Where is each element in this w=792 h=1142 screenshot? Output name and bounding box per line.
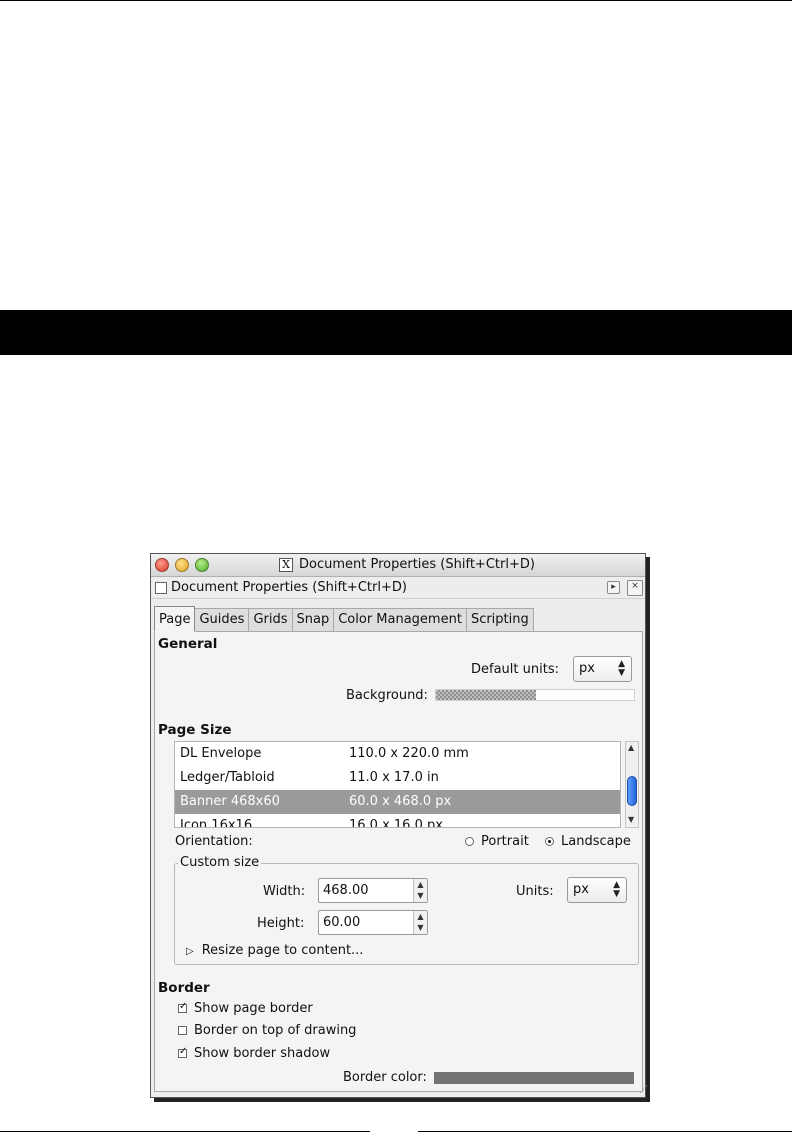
border-on-top-checkbox[interactable]: Border on top of drawing	[178, 1023, 356, 1038]
list-item-selected[interactable]: Banner 468x60 60.0 x 468.0 px	[175, 790, 620, 814]
show-border-shadow-checkbox[interactable]: Show border shadow	[178, 1046, 330, 1061]
default-units-label: Default units:	[471, 662, 559, 677]
show-border-shadow-label: Show border shadow	[194, 1046, 331, 1061]
list-item-size: 11.0 x 17.0 in	[349, 770, 439, 785]
default-units-select[interactable]: px ▲ ▼	[573, 656, 632, 682]
page-size-heading: Page Size	[158, 722, 232, 738]
spin-arrows-icon[interactable]: ▲ ▼	[413, 911, 427, 934]
custom-units-select[interactable]: px ▲ ▼	[567, 877, 627, 903]
black-band	[0, 310, 792, 355]
show-page-border-checkbox[interactable]: Show page border	[178, 1001, 313, 1016]
show-page-border-label: Show page border	[194, 1001, 313, 1016]
select-arrows-icon: ▲ ▼	[613, 880, 620, 899]
checkbox-checked-icon	[178, 1001, 187, 1013]
list-item-size: 16.0 x 16.0 px	[349, 818, 443, 828]
list-item-name: DL Envelope	[180, 746, 262, 761]
page-size-list[interactable]: DL Envelope 110.0 x 220.0 mm Ledger/Tabl…	[174, 741, 621, 828]
landscape-label: Landscape	[561, 834, 631, 849]
border-heading: Border	[158, 980, 210, 996]
radio-on-icon	[545, 837, 554, 846]
document-properties-window: X Document Properties (Shift+Ctrl+D) Doc…	[150, 553, 648, 1098]
radio-off-icon	[465, 837, 474, 846]
tab-grids[interactable]: Grids	[248, 608, 293, 632]
tab-snap[interactable]: Snap	[291, 608, 335, 632]
list-item-name: Icon 16x16	[180, 818, 253, 828]
resize-label: Resize page to content...	[201, 943, 364, 958]
default-units-value: px	[579, 661, 595, 676]
bottom-rule-right	[418, 1131, 792, 1132]
orientation-label: Orientation:	[175, 834, 253, 849]
list-item[interactable]: Ledger/Tabloid 11.0 x 17.0 in	[175, 766, 620, 790]
width-value: 468.00	[323, 883, 369, 898]
tab-guides[interactable]: Guides	[194, 608, 250, 632]
height-spinbox[interactable]: 60.00 ▲ ▼	[318, 910, 428, 935]
scroll-thumb[interactable]	[627, 776, 637, 806]
close-dock-icon[interactable]: ×	[627, 580, 643, 596]
border-on-top-label: Border on top of drawing	[194, 1023, 357, 1038]
checkbox-unchecked-icon	[178, 1026, 187, 1035]
top-rule	[0, 0, 792, 1]
width-label: Width:	[263, 884, 306, 899]
window-title: Document Properties (Shift+Ctrl+D)	[299, 557, 535, 572]
list-item-size: 110.0 x 220.0 mm	[349, 746, 469, 761]
height-label: Height:	[257, 916, 305, 931]
list-item-name: Ledger/Tabloid	[180, 770, 275, 785]
document-properties-icon	[155, 582, 167, 594]
checkerboard-swatch	[436, 690, 536, 700]
tab-bar: Page Guides Grids Snap Color Management …	[154, 606, 534, 632]
minimize-window-button[interactable]	[175, 558, 189, 572]
window-title-group: X Document Properties (Shift+Ctrl+D)	[279, 557, 535, 572]
x11-icon: X	[279, 557, 293, 572]
list-item-name: Banner 468x60	[180, 794, 280, 809]
dock-header: Document Properties (Shift+Ctrl+D) ▸ ×	[151, 577, 645, 599]
list-item-size: 60.0 x 468.0 px	[349, 794, 452, 809]
border-color-button[interactable]	[434, 1072, 634, 1084]
resize-expander[interactable]: ▷ Resize page to content...	[186, 943, 363, 958]
expander-triangle-icon: ▷	[186, 946, 194, 957]
list-item[interactable]: Icon 16x16 16.0 x 16.0 px	[175, 814, 620, 828]
scroll-up-icon[interactable]: ▲	[628, 743, 634, 752]
portrait-label: Portrait	[481, 834, 529, 849]
list-item[interactable]: DL Envelope 110.0 x 220.0 mm	[175, 742, 620, 766]
background-label: Background:	[346, 688, 428, 703]
page-size-scrollbar[interactable]: ▲ ▼	[625, 741, 639, 828]
scroll-down-icon[interactable]: ▼	[628, 815, 634, 824]
checkbox-checked-icon	[178, 1046, 187, 1058]
bottom-rule-left	[0, 1131, 370, 1132]
landscape-radio[interactable]: Landscape	[545, 834, 631, 849]
general-heading: General	[158, 636, 218, 652]
tab-scripting[interactable]: Scripting	[465, 608, 534, 632]
maximize-window-button[interactable]	[195, 558, 209, 572]
dock-title: Document Properties (Shift+Ctrl+D)	[171, 580, 407, 595]
close-window-button[interactable]	[155, 558, 169, 572]
spin-arrows-icon[interactable]: ▲ ▼	[413, 879, 427, 902]
tab-page[interactable]: Page	[154, 606, 196, 632]
title-bar: X Document Properties (Shift+Ctrl+D)	[151, 554, 645, 577]
iconify-dock-icon[interactable]: ▸	[607, 581, 620, 594]
custom-units-value: px	[573, 882, 589, 897]
height-value: 60.00	[323, 915, 361, 930]
background-color-button[interactable]	[435, 689, 635, 701]
select-arrows-icon: ▲ ▼	[618, 659, 625, 678]
tab-color-management[interactable]: Color Management	[333, 608, 467, 632]
border-color-label: Border color:	[343, 1070, 427, 1085]
units-label: Units:	[516, 884, 554, 899]
resize-grip-icon[interactable]: ⋰	[639, 1085, 648, 1095]
portrait-radio[interactable]: Portrait	[465, 834, 529, 849]
width-spinbox[interactable]: 468.00 ▲ ▼	[318, 878, 428, 903]
page-tab-panel: General Default units: px ▲ ▼ Background:…	[154, 631, 648, 1095]
custom-size-label: Custom size	[178, 855, 262, 870]
